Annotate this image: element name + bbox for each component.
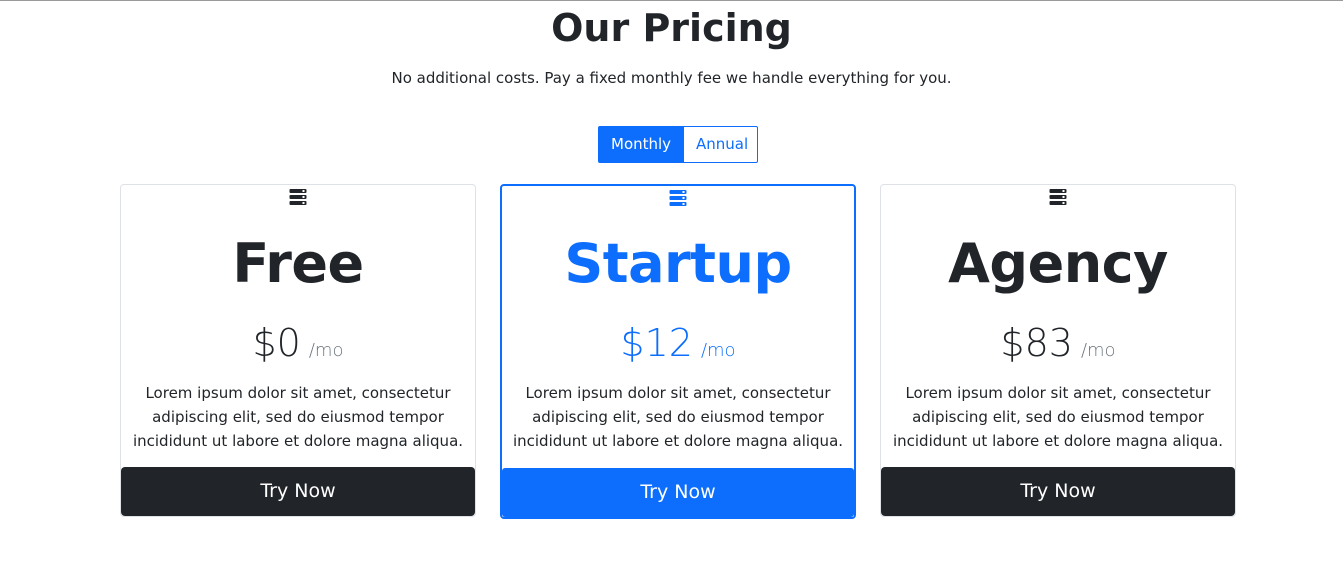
try-now-button[interactable]: Try Now (121, 467, 475, 516)
monthly-toggle-button[interactable]: Monthly (598, 126, 684, 163)
plan-name: Startup (564, 232, 792, 295)
price-amount: $12 (620, 321, 693, 365)
plan-price: $0/mo (121, 319, 475, 375)
try-now-button[interactable]: Try Now (502, 468, 854, 517)
price-unit: /mo (1080, 340, 1116, 361)
pricing-card-agency: Agency $83/mo Lorem ipsum dolor sit amet… (880, 184, 1236, 517)
pricing-card-startup: Startup $12/mo Lorem ipsum dolor sit ame… (500, 184, 856, 519)
billing-toggle: Monthly Annual (598, 126, 758, 163)
server-icon (289, 189, 307, 205)
page-subtitle: No additional costs. Pay a fixed monthly… (391, 69, 952, 87)
price-unit: /mo (700, 340, 736, 361)
plan-name: Agency (948, 232, 1168, 295)
plan-description: Lorem ipsum dolor sit amet, consectetur … (512, 384, 844, 450)
try-now-button[interactable]: Try Now (881, 467, 1235, 516)
annual-toggle-button[interactable]: Annual (684, 126, 758, 163)
price-unit: /mo (308, 340, 344, 361)
plan-name: Free (232, 232, 364, 295)
server-icon (1049, 189, 1067, 205)
plan-price: $12/mo (502, 319, 854, 375)
page-title: Our Pricing (551, 6, 792, 50)
price-amount: $83 (1000, 321, 1073, 365)
plan-price: $83/mo (881, 319, 1235, 375)
server-icon (669, 190, 687, 206)
pricing-card-free: Free $0/mo Lorem ipsum dolor sit amet, c… (120, 184, 476, 517)
plan-description: Lorem ipsum dolor sit amet, consectetur … (892, 384, 1224, 450)
plan-description: Lorem ipsum dolor sit amet, consectetur … (132, 384, 464, 450)
price-amount: $0 (252, 321, 301, 365)
